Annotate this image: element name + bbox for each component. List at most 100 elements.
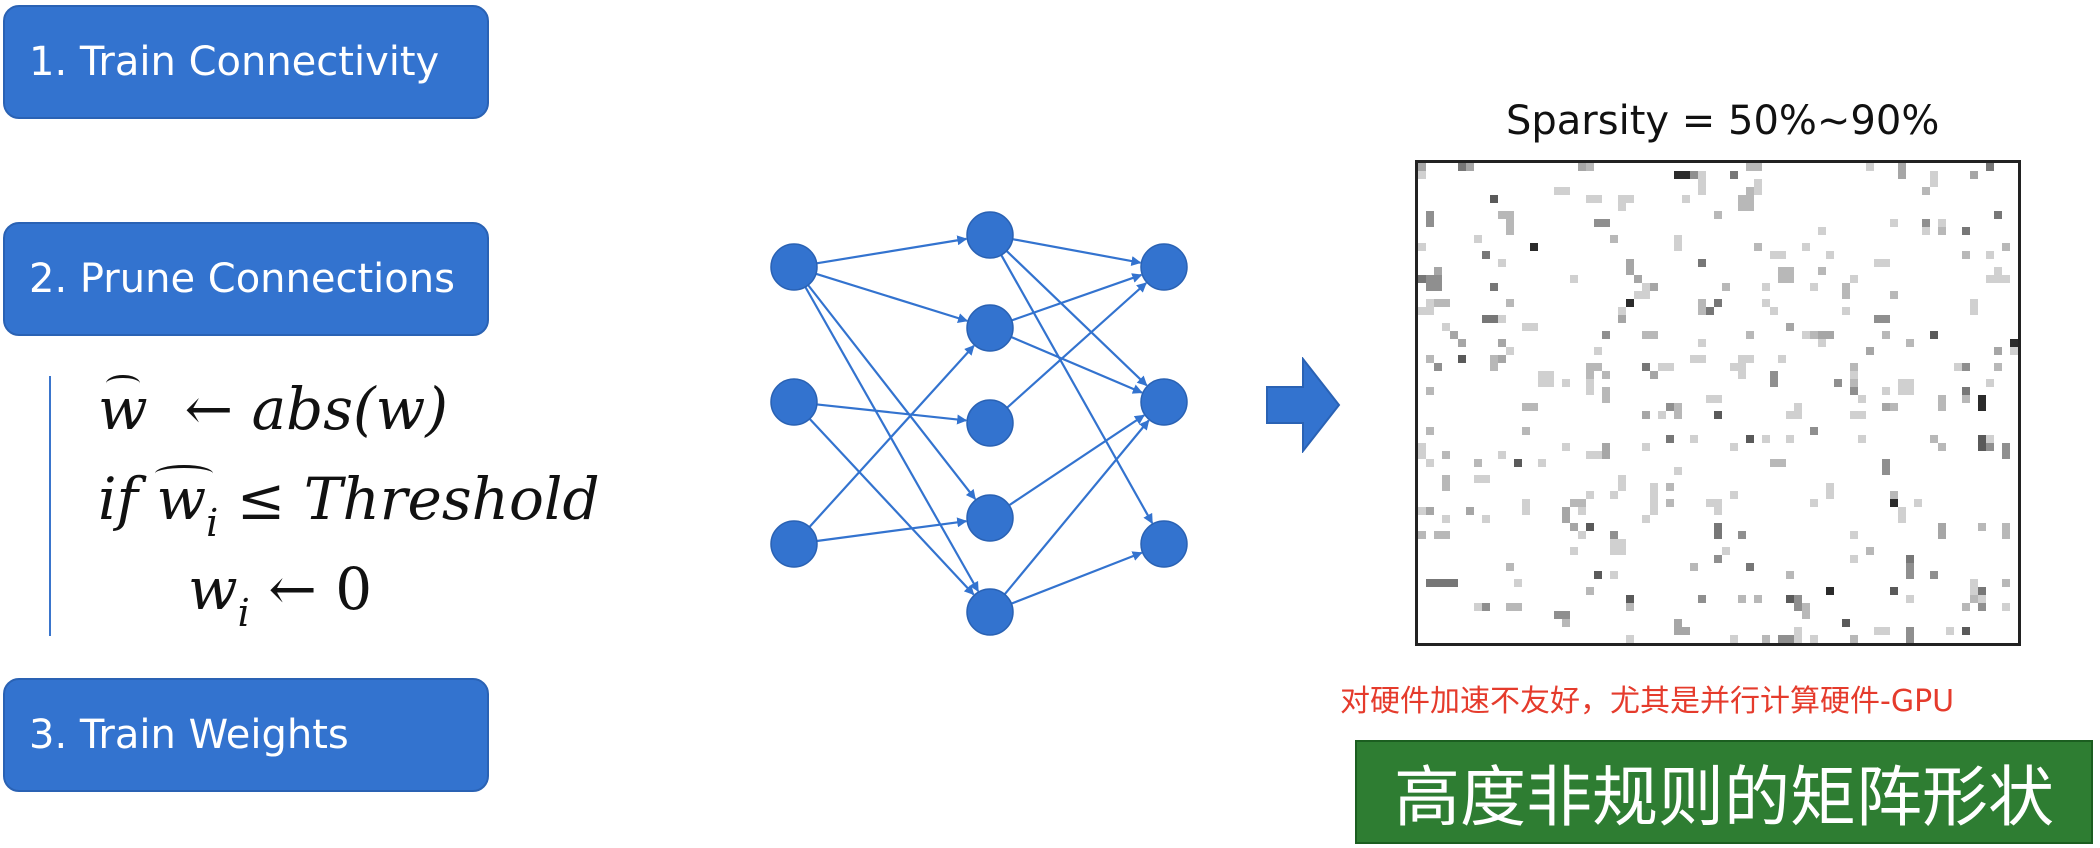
matrix-nonzero-cell (1818, 267, 1826, 275)
matrix-nonzero-cell (1746, 187, 1754, 195)
matrix-nonzero-cell (1874, 259, 1890, 267)
matrix-nonzero-cell (1474, 603, 1482, 611)
matrix-nonzero-cell (1474, 235, 1482, 243)
network-edge (807, 284, 977, 500)
matrix-nonzero-cell (1938, 227, 1946, 235)
matrix-nonzero-cell (1698, 171, 1706, 179)
abs-expression: abs(w) (251, 375, 448, 443)
matrix-nonzero-cell (1570, 547, 1578, 555)
matrix-nonzero-cell (1602, 443, 1610, 459)
matrix-nonzero-cell (1498, 451, 1506, 459)
matrix-nonzero-cell (1802, 603, 1810, 619)
matrix-nonzero-cell (1770, 307, 1778, 315)
matrix-nonzero-cell (1610, 491, 1618, 499)
matrix-nonzero-cell (1626, 259, 1634, 275)
matrix-nonzero-cell (1578, 507, 1586, 515)
matrix-nonzero-cell (1890, 291, 1898, 299)
matrix-nonzero-cell (1466, 507, 1474, 515)
network-edge (808, 418, 975, 596)
matrix-nonzero-cell (1890, 403, 1898, 411)
matrix-nonzero-cell (1842, 619, 1850, 627)
matrix-nonzero-cell (1730, 635, 1738, 643)
matrix-nonzero-cell (1698, 179, 1706, 187)
matrix-nonzero-cell (1866, 347, 1874, 355)
matrix-nonzero-cell (1850, 371, 1858, 379)
matrix-nonzero-cell (1418, 163, 1426, 171)
matrix-nonzero-cell (1586, 491, 1594, 499)
matrix-nonzero-cell (1962, 227, 1970, 235)
matrix-nonzero-cell (1666, 483, 1674, 491)
matrix-nonzero-cell (1666, 499, 1674, 507)
matrix-nonzero-cell (1714, 211, 1722, 219)
network-edge (816, 403, 968, 425)
matrix-nonzero-cell (1522, 323, 1538, 331)
network-node (770, 243, 818, 291)
matrix-nonzero-cell (1474, 459, 1482, 467)
matrix-nonzero-cell (1538, 459, 1546, 467)
network-node (966, 588, 1014, 636)
matrix-nonzero-cell (1426, 211, 1434, 227)
matrix-nonzero-cell (1770, 459, 1786, 467)
matrix-nonzero-cell (1762, 635, 1770, 643)
network-edge (816, 235, 968, 265)
matrix-nonzero-cell (1490, 195, 1498, 203)
matrix-nonzero-cell (1858, 435, 1866, 443)
matrix-nonzero-cell (2002, 443, 2010, 459)
zero-value: 0 (335, 555, 373, 623)
matrix-nonzero-cell (1930, 571, 1938, 579)
matrix-nonzero-cell (1554, 187, 1570, 195)
matrix-nonzero-cell (1930, 171, 1938, 187)
matrix-nonzero-cell (1938, 443, 1946, 451)
matrix-nonzero-cell (1970, 587, 1978, 595)
matrix-nonzero-cell (1930, 435, 1938, 443)
matrix-nonzero-cell (2002, 523, 2010, 539)
matrix-nonzero-cell (1530, 243, 1538, 251)
formula-line-1: w ← abs(w) (98, 375, 448, 443)
matrix-nonzero-cell (1698, 339, 1706, 347)
matrix-nonzero-cell (1442, 475, 1450, 491)
matrix-nonzero-cell (1954, 363, 1962, 371)
matrix-nonzero-cell (1650, 283, 1658, 291)
matrix-nonzero-cell (1890, 219, 1898, 227)
matrix-nonzero-cell (1642, 515, 1650, 523)
matrix-nonzero-cell (1818, 339, 1826, 347)
matrix-nonzero-cell (1706, 307, 1714, 315)
matrix-nonzero-cell (1562, 443, 1570, 451)
matrix-nonzero-cell (1882, 459, 1890, 475)
matrix-nonzero-cell (1810, 331, 1818, 339)
matrix-nonzero-cell (1922, 219, 1930, 227)
matrix-nonzero-cell (1650, 507, 1658, 515)
matrix-nonzero-cell (1450, 331, 1458, 339)
network-edge (1011, 551, 1143, 605)
matrix-nonzero-cell (1498, 259, 1506, 267)
matrix-nonzero-cell (1746, 163, 1762, 171)
matrix-nonzero-cell (1634, 291, 1650, 299)
matrix-nonzero-cell (1490, 355, 1498, 371)
matrix-nonzero-cell (1426, 299, 1434, 307)
matrix-nonzero-cell (1650, 491, 1658, 507)
matrix-nonzero-cell (1706, 395, 1722, 403)
formula-line-2: if wi ≤ Threshold (98, 465, 600, 545)
irregular-matrix-banner: 高度非规则的矩阵形状 (1355, 740, 2093, 844)
matrix-nonzero-cell (1634, 275, 1642, 283)
matrix-nonzero-cell (1498, 355, 1506, 363)
matrix-nonzero-cell (1418, 507, 1426, 515)
matrix-nonzero-cell (1698, 299, 1706, 315)
matrix-nonzero-cell (1586, 363, 1602, 371)
matrix-nonzero-cell (1642, 443, 1650, 451)
matrix-nonzero-cell (1786, 435, 1794, 443)
matrix-nonzero-cell (1498, 339, 1506, 347)
matrix-nonzero-cell (1618, 475, 1626, 491)
matrix-nonzero-cell (1730, 443, 1738, 451)
matrix-nonzero-cell (1474, 475, 1490, 483)
matrix-nonzero-cell (1986, 443, 1994, 451)
matrix-nonzero-cell (1514, 579, 1522, 587)
matrix-nonzero-cell (1458, 355, 1466, 363)
matrix-nonzero-cell (1850, 411, 1866, 419)
matrix-nonzero-cell (1738, 531, 1746, 539)
matrix-nonzero-cell (1738, 371, 1746, 379)
network-node (1140, 378, 1188, 426)
matrix-nonzero-cell (1970, 171, 1978, 179)
matrix-nonzero-cell (1850, 379, 1858, 387)
matrix-nonzero-cell (1586, 163, 1594, 171)
